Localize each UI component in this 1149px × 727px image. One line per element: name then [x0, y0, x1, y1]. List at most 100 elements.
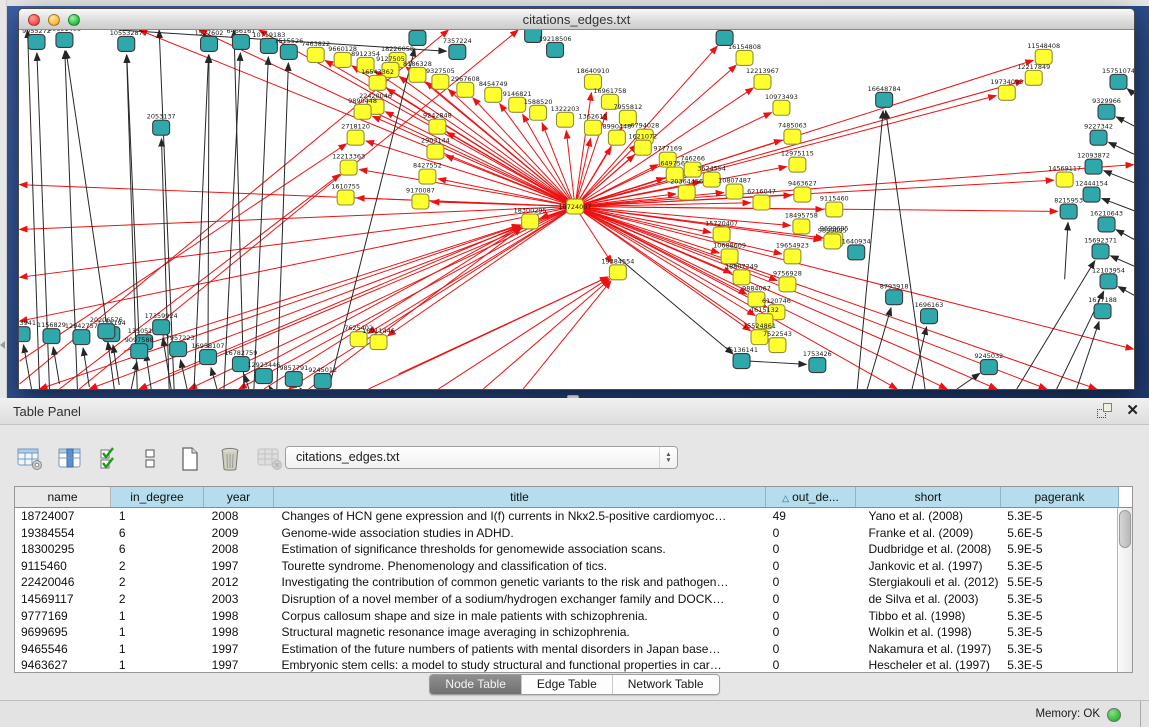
graph-node[interactable]: 6466161	[227, 30, 256, 49]
graph-node[interactable]: 18495758	[785, 211, 818, 233]
table-cell[interactable]: 0	[765, 525, 855, 542]
table-row[interactable]: 1456911722003Disruption of a novel membe…	[15, 591, 1117, 608]
table-cell[interactable]: Genome-wide association studies in ADHD.	[274, 525, 765, 542]
table-cell[interactable]: 6	[111, 541, 204, 558]
table-cell[interactable]: 18300295	[15, 541, 111, 558]
column-header-title[interactable]: title	[274, 487, 766, 507]
table-cell[interactable]: 0	[765, 657, 855, 672]
graph-node[interactable]: 12923446	[247, 361, 280, 383]
table-cell[interactable]: 9777169	[15, 608, 111, 625]
table-cell[interactable]: 5.3E-5	[999, 558, 1117, 575]
graph-node[interactable]: 16210643	[1090, 209, 1123, 231]
zoom-window-button[interactable]	[68, 14, 80, 26]
table-row[interactable]: 911546021997Tourette syndrome. Phenomeno…	[15, 558, 1117, 575]
network-canvas[interactable]: 1872400774638229660128891235418226058912…	[19, 30, 1134, 389]
graph-node[interactable]: 1610755	[331, 183, 360, 205]
select-all-checks-icon[interactable]	[96, 445, 124, 473]
table-cell[interactable]: Embryonic stem cells: a model to study s…	[274, 657, 765, 672]
table-cell[interactable]: 1	[111, 624, 204, 641]
graph-node[interactable]: 7357224	[443, 37, 472, 59]
graph-node[interactable]: 2053137	[147, 113, 176, 135]
table-cell[interactable]: 2	[111, 574, 204, 591]
tab-network-table[interactable]: Network Table	[612, 675, 719, 694]
table-cell[interactable]: 14569117	[15, 591, 111, 608]
rows-icon[interactable]	[136, 445, 164, 473]
table-cell[interactable]: 9699695	[15, 624, 111, 641]
graph-node[interactable]: 12975115	[781, 150, 814, 172]
table-cell[interactable]: 1	[111, 641, 204, 658]
graph-node[interactable]: 9245032	[974, 352, 1003, 374]
graph-node[interactable]: 8215953	[1054, 197, 1083, 219]
graph-node[interactable]: 15136141	[725, 346, 758, 368]
graph-node[interactable]: 8427552	[413, 162, 442, 184]
table-cell[interactable]: 1998	[204, 608, 274, 625]
table-cell[interactable]: Structural magnetic resonance image aver…	[274, 624, 765, 641]
graph-node[interactable]: 1527602	[195, 30, 224, 51]
table-cell[interactable]: 2009	[204, 525, 274, 542]
graph-node[interactable]: 12213363	[332, 153, 365, 175]
graph-node[interactable]: 8990448	[602, 123, 631, 145]
graph-node[interactable]: 7515526	[274, 37, 303, 59]
table-cell[interactable]: 5.3E-5	[999, 591, 1117, 608]
select-column-icon[interactable]	[56, 445, 84, 473]
table-cell[interactable]: 2012	[204, 574, 274, 591]
table-cell[interactable]: 1	[111, 657, 204, 672]
table-cell[interactable]: Tibbo et al. (1998)	[854, 608, 999, 625]
table-cell[interactable]: Tourette syndrome. Phenomenology and cla…	[274, 558, 765, 575]
graph-node[interactable]: 10553287	[110, 30, 143, 51]
graph-node[interactable]: 1588520	[524, 98, 553, 120]
table-cell[interactable]: 18724007	[15, 508, 111, 525]
graph-node[interactable]: 9115460	[820, 195, 849, 217]
graph-node[interactable]: 1156829	[37, 321, 66, 343]
scrollbar-thumb[interactable]	[1119, 510, 1131, 548]
table-cell[interactable]: 5.3E-5	[999, 624, 1117, 641]
graph-node[interactable]: 16958107	[192, 342, 225, 364]
table-cell[interactable]: Yano et al. (2008)	[854, 508, 999, 525]
graph-node[interactable]: 15720407	[705, 219, 738, 241]
graph-node[interactable]: 15692371	[1084, 236, 1117, 258]
column-header-in_degree[interactable]: in_degree	[111, 487, 204, 507]
table-cell[interactable]: 9465546	[15, 641, 111, 658]
minimize-window-button[interactable]	[48, 14, 60, 26]
graph-node[interactable]: 3913941	[19, 319, 36, 341]
network-view-window[interactable]: citations_edges.txt 18724007746382296601…	[18, 8, 1135, 390]
graph-node[interactable]: 8793918	[880, 282, 909, 304]
table-cell[interactable]: 0	[765, 591, 855, 608]
table-cell[interactable]: 9115460	[15, 558, 111, 575]
table-cell[interactable]: 0	[765, 558, 855, 575]
graph-node[interactable]: 9170087	[406, 187, 435, 209]
graph-node[interactable]: 19654923	[776, 241, 809, 263]
graph-node[interactable]: 9329966	[1092, 97, 1121, 119]
graph-node[interactable]: 9756928	[773, 269, 802, 291]
new-document-icon[interactable]	[176, 445, 204, 473]
table-cell[interactable]: 5.3E-5	[999, 508, 1117, 525]
graph-node[interactable]: 12213967	[746, 67, 779, 89]
table-cell[interactable]: 2	[111, 591, 204, 608]
table-row[interactable]: 1938455462009Genome-wide association stu…	[15, 525, 1117, 542]
table-cell[interactable]: Estimation of the future numbers of pati…	[274, 641, 765, 658]
table-row[interactable]: 1830029562008Estimation of significance …	[15, 541, 1117, 558]
table-row[interactable]: 946554611997Estimation of the future num…	[15, 641, 1117, 658]
column-header-year[interactable]: year	[204, 487, 274, 507]
graph-node[interactable]: 9055272	[22, 30, 51, 49]
graph-node[interactable]: 1322203	[551, 105, 580, 127]
graph-node[interactable]: 6216047	[747, 188, 776, 210]
graph-node[interactable]: 9245012	[308, 366, 337, 388]
graph-node[interactable]: 9857791	[279, 364, 308, 386]
network-canvas-container[interactable]: 1872400774638229660128891235418226058912…	[19, 30, 1134, 389]
graph-node[interactable]: 19384554	[601, 257, 634, 279]
graph-node[interactable]: 1640934	[842, 237, 871, 259]
graph-node[interactable]: 9242848	[423, 112, 452, 134]
memory-status-indicator[interactable]	[1107, 708, 1121, 722]
table-settings-icon[interactable]	[16, 445, 44, 473]
table-row[interactable]: 1872400712008Changes of HCN gene express…	[15, 508, 1117, 525]
table-cell[interactable]: 1997	[204, 657, 274, 672]
column-header-out_de[interactable]: △out_de...	[766, 487, 856, 507]
column-header-short[interactable]: short	[856, 487, 1001, 507]
table-cell[interactable]: 49	[765, 508, 855, 525]
table-cell[interactable]: 1997	[204, 641, 274, 658]
table-cell[interactable]: 0	[765, 624, 855, 641]
graph-node[interactable]: 2718120	[341, 123, 370, 145]
table-cell[interactable]: 5.5E-5	[999, 574, 1117, 591]
table-cell[interactable]: Stergiakouli et al. (2012)	[854, 574, 999, 591]
